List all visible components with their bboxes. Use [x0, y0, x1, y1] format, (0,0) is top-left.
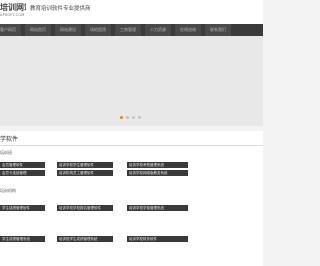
group-label-training-org: 培训机构 [0, 188, 16, 193]
software-link[interactable]: 会员卡连锁管理 [0, 170, 45, 176]
nav-item-business-admin[interactable]: 工商管理 [115, 24, 141, 36]
slider-pagination [120, 116, 144, 119]
site-slogan: 教育培训软件专业提供商 [30, 6, 91, 12]
nav-item-home[interactable]: 网站首页 [25, 24, 51, 36]
nav-item-online-consult[interactable]: 在线咨询 [175, 24, 201, 36]
software-link[interactable]: 培训学校学费管理系统 [127, 205, 188, 211]
logo-subtext: XPSOFT.COM [0, 13, 25, 17]
section-divider [0, 145, 263, 146]
site-logo[interactable]: 培训网站 XPSOFT.COM [0, 3, 26, 19]
software-link[interactable]: 培训班学生成绩管理系统 [57, 236, 113, 242]
nav-item-venue-rental[interactable]: 场地租赁 [85, 24, 111, 36]
software-link[interactable]: 培训学校学校报名管理软件 [57, 205, 113, 211]
nav-item-contact[interactable]: 联系我们 [205, 24, 231, 36]
slider-dot-2[interactable] [126, 116, 129, 119]
software-link[interactable]: 会员管理软件 [0, 162, 45, 168]
group-label-training-class: 培训班 [0, 150, 12, 155]
nav-item-client[interactable]: 客户网页 [0, 24, 21, 36]
software-link[interactable]: 培训学校学生管理软件 [57, 162, 113, 168]
software-link[interactable]: 培训机构员工管理软件 [57, 170, 113, 176]
software-link[interactable]: 学生成绩管理软件 [0, 205, 45, 211]
software-link[interactable]: 学生成绩管理系统 [0, 236, 45, 242]
software-link[interactable]: 培训学校财务软件 [127, 236, 188, 242]
slider-dot-4[interactable] [138, 116, 141, 119]
software-panel [0, 131, 263, 266]
nav-item-hr[interactable]: 人力资源 [145, 24, 171, 36]
banner-slider[interactable] [0, 36, 263, 126]
section-title: 学软件 [0, 136, 19, 143]
site-header: 培训网站 XPSOFT.COM 教育培训软件专业提供商 [0, 0, 263, 24]
software-link[interactable]: 培训学校网络版教务系统 [127, 170, 188, 176]
slider-dot-3[interactable] [132, 116, 135, 119]
slider-dot-1[interactable] [120, 116, 123, 119]
software-link[interactable]: 培训学校考勤管理系统 [127, 162, 188, 168]
main-nav: 客户网页 网站首页 网站建设 场地租赁 工商管理 人力资源 在线咨询 联系我们 [0, 24, 263, 36]
logo-text: 培训网站 [0, 3, 26, 12]
nav-item-web-design[interactable]: 网站建设 [55, 24, 81, 36]
